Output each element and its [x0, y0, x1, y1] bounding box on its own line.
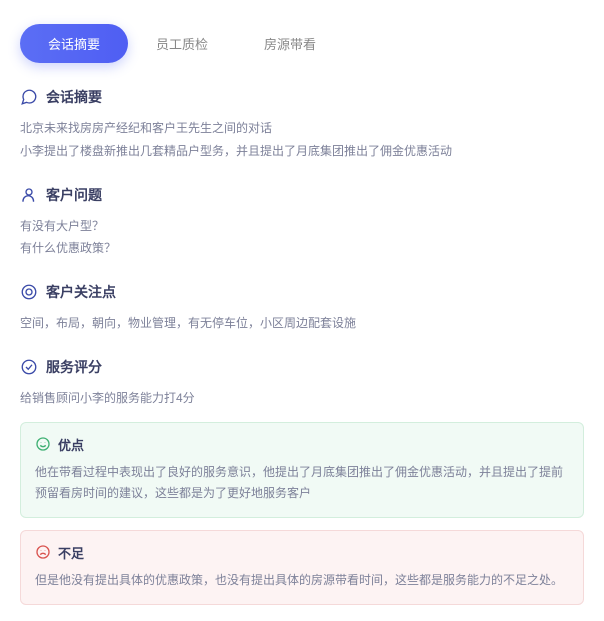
section-body: 有没有大户型？ 有什么优惠政策？ — [20, 215, 584, 261]
section-summary: 会话摘要 北京未来找房房产经纪和客户王先生之间的对话 小李提出了楼盘新推出几套精… — [20, 87, 584, 163]
section-title: 会话摘要 — [46, 87, 102, 107]
summary-line: 小李提出了楼盘新推出几套精品户型务，并且提出了月底集团推出了佣金优惠活动 — [20, 140, 584, 163]
section-header: 会话摘要 — [20, 87, 584, 107]
question-line: 有没有大户型？ — [20, 215, 584, 238]
section-header: 客户关注点 — [20, 282, 584, 302]
rating-line: 给销售顾问小李的服务能力打4分 — [20, 387, 584, 410]
cons-box: 不足 但是他没有提出具体的优惠政策，也没有提出具体的房源带看时间，这些都是服务能… — [20, 530, 584, 605]
cons-title: 不足 — [58, 543, 84, 562]
eval-header: 不足 — [35, 543, 569, 562]
smile-icon — [35, 436, 51, 452]
section-questions: 客户问题 有没有大户型？ 有什么优惠政策？ — [20, 185, 584, 261]
eval-header: 优点 — [35, 435, 569, 454]
section-body: 空间，布局，朝向，物业管理，有无停车位，小区周边配套设施 — [20, 312, 584, 335]
focus-line: 空间，布局，朝向，物业管理，有无停车位，小区周边配套设施 — [20, 312, 584, 335]
tab-summary[interactable]: 会话摘要 — [20, 24, 128, 63]
section-rating: 服务评分 给销售顾问小李的服务能力打4分 — [20, 357, 584, 410]
target-icon — [20, 283, 38, 301]
section-title: 服务评分 — [46, 357, 102, 377]
chat-icon — [20, 88, 38, 106]
frown-icon — [35, 544, 51, 560]
tab-viewing[interactable]: 房源带看 — [236, 24, 344, 63]
summary-line: 北京未来找房房产经纪和客户王先生之间的对话 — [20, 117, 584, 140]
pros-text: 他在带看过程中表现出了良好的服务意识，他提出了月底集团推出了佣金优惠活动，并且提… — [35, 462, 569, 505]
pros-box: 优点 他在带看过程中表现出了良好的服务意识，他提出了月底集团推出了佣金优惠活动，… — [20, 422, 584, 518]
section-header: 服务评分 — [20, 357, 584, 377]
cons-text: 但是他没有提出具体的优惠政策，也没有提出具体的房源带看时间，这些都是服务能力的不… — [35, 570, 569, 592]
section-title: 客户关注点 — [46, 282, 116, 302]
tabs-bar: 会话摘要 员工质检 房源带看 — [20, 24, 584, 63]
question-line: 有什么优惠政策？ — [20, 237, 584, 260]
section-header: 客户问题 — [20, 185, 584, 205]
section-focus: 客户关注点 空间，布局，朝向，物业管理，有无停车位，小区周边配套设施 — [20, 282, 584, 335]
section-body: 北京未来找房房产经纪和客户王先生之间的对话 小李提出了楼盘新推出几套精品户型务，… — [20, 117, 584, 163]
section-title: 客户问题 — [46, 185, 102, 205]
tab-quality[interactable]: 员工质检 — [128, 24, 236, 63]
check-circle-icon — [20, 358, 38, 376]
user-icon — [20, 186, 38, 204]
section-body: 给销售顾问小李的服务能力打4分 — [20, 387, 584, 410]
pros-title: 优点 — [58, 435, 84, 454]
